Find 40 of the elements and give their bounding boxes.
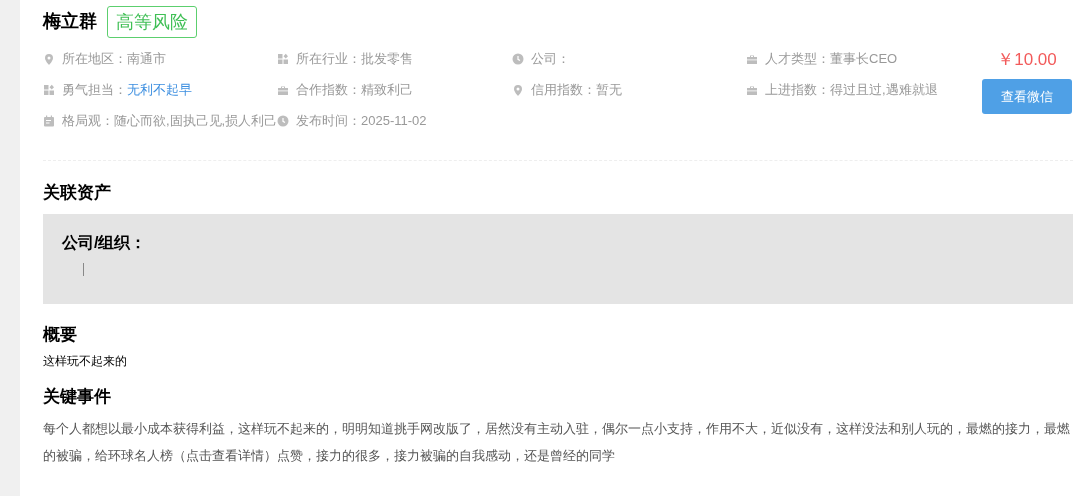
field-value: 暂无	[596, 81, 622, 99]
assets-label: 公司/组织：	[62, 233, 148, 253]
text-cursor	[83, 263, 84, 276]
grid-icon	[277, 53, 289, 65]
section-title: 关联资产	[43, 182, 112, 204]
field-label: 上进指数：	[765, 81, 830, 99]
field-label: 公司：	[531, 50, 570, 68]
events-text: 每个人都想以最小成本获得利益，这样玩不起来的，明明知道挑手网改版了，居然没有主动入驻，偶尔一点小支持，作用不大，近似没有，这样没法和别人玩的，最燃的接力，最燃的被骗，给环球名人榜（点击查看详情）点赞，接力的很多，接力被骗的自我感动，还是曾经的同学	[43, 421, 1071, 465]
section-title: 概要	[43, 324, 78, 346]
field-label: 信用指数：	[531, 81, 596, 99]
grid-icon	[43, 84, 55, 96]
clock-icon	[277, 115, 289, 127]
field-label: 合作指数：	[296, 81, 361, 99]
field-value: 得过且过,遇难就退	[830, 81, 938, 99]
pin-icon	[512, 84, 524, 96]
field-value: 批发零售	[361, 50, 413, 68]
section-title: 关键事件	[43, 386, 112, 408]
price: ￥10.00	[997, 49, 1057, 71]
field-label: 发布时间：	[296, 112, 361, 130]
field-value: 精致利己	[361, 81, 413, 99]
field-label: 所在行业：	[296, 50, 361, 68]
field-label: 勇气担当：	[62, 81, 127, 99]
clock-icon	[512, 53, 524, 65]
field-value: 董事长CEO	[830, 50, 898, 68]
briefcase-icon	[277, 84, 289, 96]
field-label: 所在地区：	[62, 50, 127, 68]
person-name: 梅立群	[43, 10, 97, 33]
briefcase-icon	[746, 84, 758, 96]
risk-badge: 高等风险	[107, 5, 197, 38]
field-value: 南通市	[127, 50, 166, 68]
briefcase-icon	[746, 53, 758, 65]
field-value: 随心而欲,固执己见,损人利己	[114, 112, 278, 130]
view-wechat-button[interactable]: 查看微信	[982, 79, 1072, 114]
summary-text: 这样玩不起来的	[43, 353, 128, 370]
field-value: 无利不起早	[127, 81, 192, 99]
field-label: 人才类型：	[765, 50, 830, 68]
pin-icon	[43, 53, 55, 65]
field-value: 2025-11-02	[361, 112, 427, 130]
field-label: 格局观：	[62, 112, 114, 130]
calendar-icon	[43, 115, 55, 127]
